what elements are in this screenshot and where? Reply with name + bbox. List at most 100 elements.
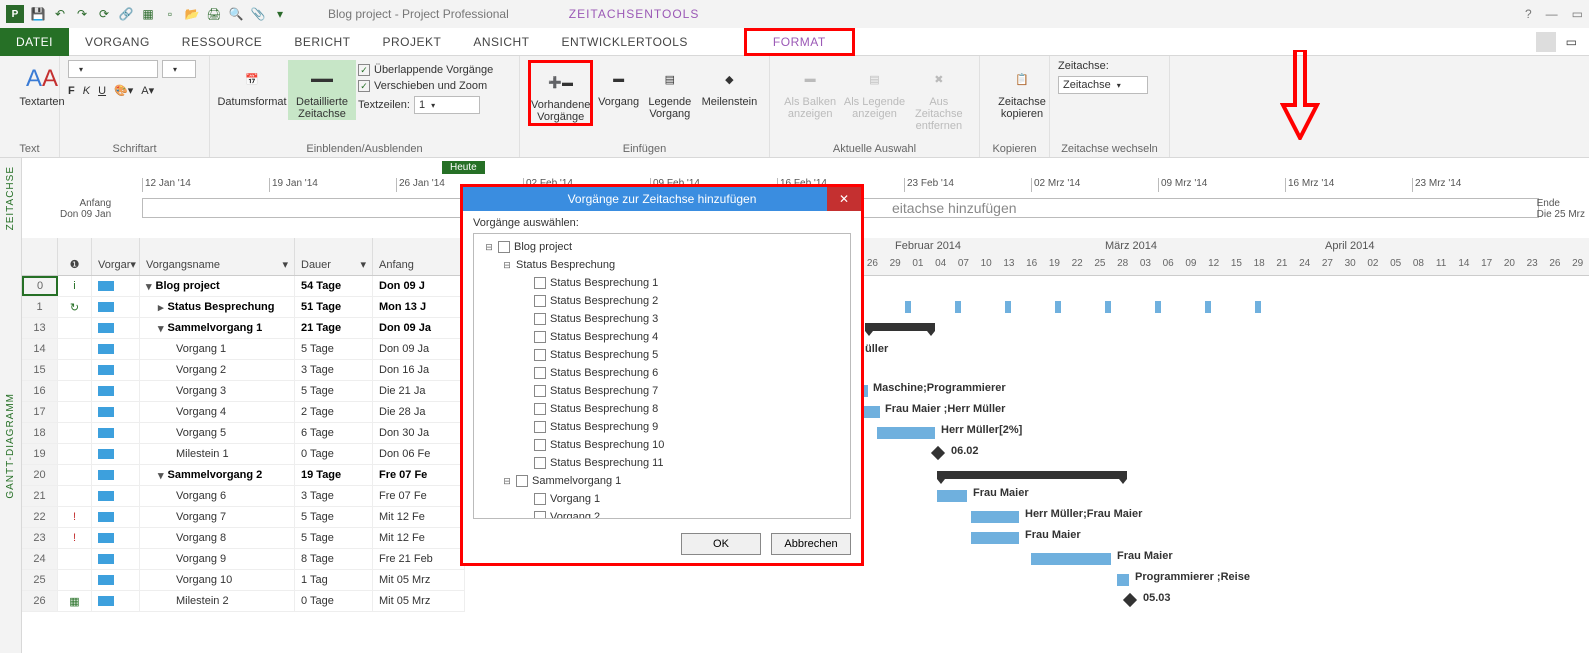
calendar-icon[interactable]: ▦	[140, 6, 156, 22]
legende-button[interactable]: ▤Legende Vorgang	[644, 60, 696, 126]
refresh-icon[interactable]: ⟳	[96, 6, 112, 22]
table-row[interactable]: 21Vorgang 63 TageFre 07 Fe	[22, 486, 465, 507]
tree-node[interactable]: Status Besprechung 4	[480, 328, 844, 346]
meilenstein-button[interactable]: ◆Meilenstein	[698, 60, 761, 126]
tree-checkbox[interactable]	[534, 457, 546, 469]
table-row[interactable]: 18Vorgang 56 TageDon 30 Ja	[22, 423, 465, 444]
tree-checkbox[interactable]	[534, 403, 546, 415]
underline-button[interactable]: U	[98, 85, 106, 97]
italic-button[interactable]: K	[83, 85, 90, 97]
ribbon-collapse-icon[interactable]: ▭	[1566, 35, 1577, 49]
tree-toggle-icon[interactable]: ⊟	[502, 260, 512, 271]
open-icon[interactable]: 📂	[184, 6, 200, 22]
tree-node[interactable]: Status Besprechung 5	[480, 346, 844, 364]
gantt-side-tab[interactable]: GANTT-DIAGRAMM	[0, 238, 22, 653]
tab-file[interactable]: DATEI	[0, 28, 69, 56]
table-row[interactable]: 13▾Sammelvorgang 121 TageDon 09 Ja	[22, 318, 465, 339]
tree-checkbox[interactable]	[534, 439, 546, 451]
minimize-icon[interactable]: —	[1546, 7, 1558, 21]
tab-bericht[interactable]: BERICHT	[278, 28, 366, 56]
table-row[interactable]: 23!Vorgang 85 TageMit 12 Fe	[22, 528, 465, 549]
tab-ressource[interactable]: RESSOURCE	[166, 28, 279, 56]
print-icon[interactable]: 🖨	[206, 6, 222, 22]
table-row[interactable]: 24Vorgang 98 TageFre 21 Feb	[22, 549, 465, 570]
tree-toggle-icon[interactable]: ⊟	[484, 242, 494, 253]
tree-node[interactable]: Status Besprechung 1	[480, 274, 844, 292]
tree-checkbox[interactable]	[534, 349, 546, 361]
zeitachse-dropdown[interactable]: Zeitachse▾	[1058, 76, 1148, 94]
tree-checkbox[interactable]	[534, 331, 546, 343]
tree-node[interactable]: Status Besprechung 6	[480, 364, 844, 382]
ok-button[interactable]: OK	[681, 533, 761, 555]
link-icon[interactable]: 🔗	[118, 6, 134, 22]
header-duration[interactable]: Dauer ▾	[295, 238, 373, 275]
table-row[interactable]: 16Vorgang 35 TageDie 21 Ja	[22, 381, 465, 402]
undo-icon[interactable]: ↶	[52, 6, 68, 22]
table-row[interactable]: 25Vorgang 101 TagMit 05 Mrz	[22, 570, 465, 591]
tree-node[interactable]: Status Besprechung 11	[480, 454, 844, 472]
cancel-button[interactable]: Abbrechen	[771, 533, 851, 555]
tree-node[interactable]: Status Besprechung 9	[480, 418, 844, 436]
tree-node[interactable]: Status Besprechung 10	[480, 436, 844, 454]
tree-checkbox[interactable]	[534, 277, 546, 289]
header-start[interactable]: Anfang	[373, 238, 465, 275]
tree-checkbox[interactable]	[534, 295, 546, 307]
help-icon[interactable]: ?	[1525, 7, 1532, 21]
font-size-dropdown[interactable]: ▾	[162, 60, 196, 78]
font-family-dropdown[interactable]: ▾	[68, 60, 158, 78]
font-effects-button[interactable]: A▾	[141, 84, 154, 97]
tree-node[interactable]: ⊟Status Besprechung	[480, 256, 844, 274]
header-name[interactable]: Vorgangsname ▾	[140, 238, 295, 275]
tree-checkbox[interactable]	[516, 475, 528, 487]
tree-node[interactable]: Status Besprechung 7	[480, 382, 844, 400]
tree-node[interactable]: Status Besprechung 3	[480, 310, 844, 328]
tree-node[interactable]: Vorgang 1	[480, 490, 844, 508]
tab-vorgang[interactable]: VORGANG	[69, 28, 166, 56]
tree-node[interactable]: ⊟Blog project	[480, 238, 844, 256]
detaillierte-zeitachse-button[interactable]: ▬▬ Detaillierte Zeitachse	[288, 60, 356, 120]
tree-checkbox[interactable]	[534, 313, 546, 325]
tree-checkbox[interactable]	[534, 421, 546, 433]
tree-node[interactable]: ⊟Sammelvorgang 1	[480, 472, 844, 490]
tree-toggle-icon[interactable]: ⊟	[502, 476, 512, 487]
tab-entwicklertools[interactable]: ENTWICKLERTOOLS	[546, 28, 704, 56]
save-icon[interactable]: 💾	[30, 6, 46, 22]
table-row[interactable]: 15Vorgang 23 TageDon 16 Ja	[22, 360, 465, 381]
tree-checkbox[interactable]	[534, 511, 546, 519]
tree-checkbox[interactable]	[534, 493, 546, 505]
font-color-button[interactable]: 🎨▾	[114, 84, 133, 97]
tab-format[interactable]: FORMAT	[744, 28, 855, 56]
timeline-side-tab[interactable]: ZEITACHSE	[0, 158, 22, 238]
table-row[interactable]: 0i▾Blog project54 TageDon 09 J	[22, 276, 465, 297]
user-avatar[interactable]	[1536, 32, 1556, 52]
tree-node[interactable]: Status Besprechung 2	[480, 292, 844, 310]
table-row[interactable]: 26▦Milestein 20 TageMit 05 Mrz	[22, 591, 465, 612]
header-mode[interactable]: Vorgar ▾	[92, 238, 140, 275]
tree-checkbox[interactable]	[498, 241, 510, 253]
task-tree[interactable]: ⊟Blog project⊟Status BesprechungStatus B…	[473, 233, 851, 519]
vorhandene-vorgaenge-button[interactable]: ➕▬ Vorhandene Vorgänge	[528, 60, 593, 126]
table-row[interactable]: 20▾Sammelvorgang 219 TageFre 07 Fe	[22, 465, 465, 486]
table-row[interactable]: 22!Vorgang 75 TageMit 12 Fe	[22, 507, 465, 528]
tree-node[interactable]: Vorgang 2	[480, 508, 844, 519]
redo-icon[interactable]: ↷	[74, 6, 90, 22]
new-icon[interactable]: ▫	[162, 6, 178, 22]
tree-node[interactable]: Status Besprechung 8	[480, 400, 844, 418]
tree-checkbox[interactable]	[534, 367, 546, 379]
info-header-icon[interactable]: ❶	[58, 238, 92, 275]
qat-more-icon[interactable]: ▾	[272, 6, 288, 22]
preview-icon[interactable]: 🔍	[228, 6, 244, 22]
tree-checkbox[interactable]	[534, 385, 546, 397]
zoom-checkbox[interactable]: ✓	[358, 80, 370, 92]
table-row[interactable]: 17Vorgang 42 TageDie 28 Ja	[22, 402, 465, 423]
overlap-checkbox[interactable]: ✓	[358, 64, 370, 76]
restore-icon[interactable]: ▭	[1572, 7, 1583, 21]
vorgang-button[interactable]: ▬Vorgang	[595, 60, 641, 126]
table-row[interactable]: 14Vorgang 15 TageDon 09 Ja	[22, 339, 465, 360]
table-row[interactable]: 19Milestein 10 TageDon 06 Fe	[22, 444, 465, 465]
dialog-close-button[interactable]: ✕	[827, 187, 861, 211]
zeitachse-kopieren-button[interactable]: 📋Zeitachse kopieren	[988, 60, 1056, 120]
table-row[interactable]: 1↻▸Status Besprechung51 TageMon 13 J	[22, 297, 465, 318]
datumsformat-button[interactable]: 📅 Datumsformat	[218, 60, 286, 120]
tab-ansicht[interactable]: ANSICHT	[457, 28, 545, 56]
